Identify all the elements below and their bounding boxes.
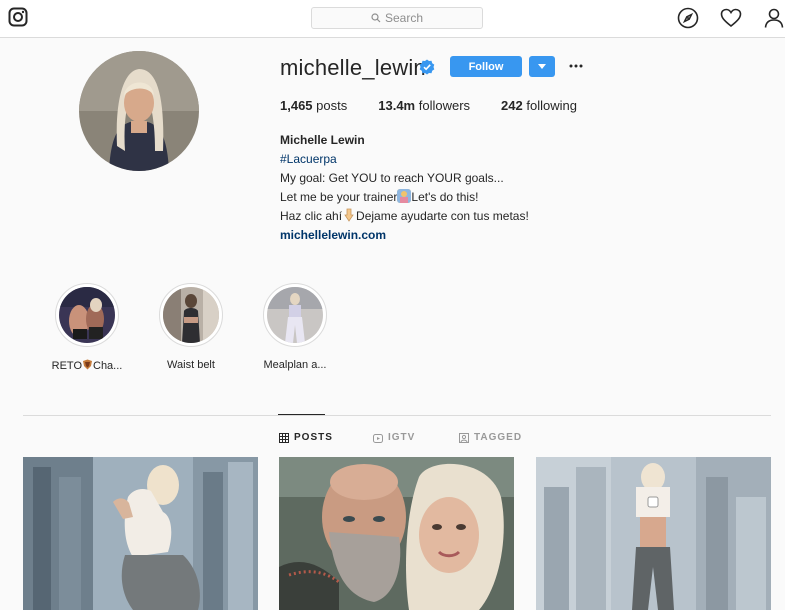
- profile-bio: Michelle Lewin #Lacuerpa My goal: Get YO…: [280, 131, 529, 245]
- highlight-label: Mealplan a...: [263, 359, 327, 371]
- tab-tagged-label: TAGGED: [474, 432, 523, 443]
- highlight-label: Waist belt: [167, 359, 215, 371]
- highlight-ring: [159, 283, 223, 347]
- website-link[interactable]: michellelewin.com: [280, 226, 529, 245]
- activity-heart-icon[interactable]: [720, 7, 742, 29]
- igtv-icon: [373, 433, 383, 443]
- search-icon: [371, 13, 381, 23]
- posts-stat: 1,465 posts: [280, 98, 347, 113]
- bio-line-2: Let me be your trainer Let's do this!: [280, 188, 529, 207]
- bio-line-2-end: Let's do this!: [411, 190, 479, 204]
- grid-icon: [279, 432, 289, 443]
- profile-avatar[interactable]: [79, 51, 199, 171]
- tab-posts[interactable]: POSTS: [279, 432, 333, 443]
- tab-igtv-label: IGTV: [388, 432, 416, 443]
- highlight-label: RETO Cha...: [47, 359, 127, 372]
- post-thumbnail[interactable]: [23, 457, 258, 610]
- bio-line-3-start: Haz clic ahí: [280, 209, 343, 223]
- highlight-label-end: Cha...: [93, 360, 123, 372]
- tab-posts-label: POSTS: [294, 432, 333, 443]
- post-thumbnail[interactable]: [279, 457, 514, 610]
- suggested-dropdown-button[interactable]: [529, 56, 555, 77]
- search-placeholder: Search: [384, 11, 424, 25]
- tab-tagged[interactable]: TAGGED: [459, 432, 522, 443]
- following-stat[interactable]: 242 following: [501, 98, 577, 113]
- highlight-cover-image: [163, 287, 219, 343]
- bio-line-2-start: Let me be your trainer: [280, 190, 398, 204]
- explore-compass-icon[interactable]: [677, 7, 699, 29]
- profile-stats: 1,465 posts 13.4m followers 242 followin…: [280, 98, 608, 113]
- highlight-cover-image: [267, 287, 323, 343]
- profile-person-icon[interactable]: [763, 7, 785, 29]
- verified-badge-icon: [419, 59, 435, 75]
- post-thumbnail[interactable]: [536, 457, 771, 610]
- chevron-down-icon: [538, 64, 546, 69]
- top-navigation-bar: Search: [0, 0, 785, 38]
- highlight-ring: [263, 283, 327, 347]
- highlight-cover-image: [59, 287, 115, 343]
- followers-label: followers: [418, 98, 471, 113]
- follow-button[interactable]: Follow: [450, 56, 522, 77]
- bio-line-3: Haz clic ahí Dejame ayudarte con tus meta…: [280, 207, 529, 226]
- story-highlight[interactable]: RETO Cha...: [47, 283, 127, 372]
- following-count: 242: [501, 98, 523, 113]
- following-label: following: [526, 98, 577, 113]
- profile-username: michelle_lewin: [280, 55, 426, 80]
- bio-hashtag-link[interactable]: #Lacuerpa: [280, 150, 529, 169]
- tagged-icon: [459, 432, 469, 443]
- highlight-ring: [55, 283, 119, 347]
- full-name: Michelle Lewin: [280, 133, 365, 147]
- tab-igtv[interactable]: IGTV: [373, 432, 415, 443]
- story-highlight[interactable]: Mealplan a...: [255, 283, 335, 371]
- posts-count: 1,465: [280, 98, 313, 113]
- story-highlight[interactable]: Waist belt: [151, 283, 231, 371]
- followers-count: 13.4m: [378, 98, 416, 113]
- trainer-emoji-icon: [397, 189, 412, 203]
- pointing-down-emoji-icon: [342, 208, 356, 222]
- search-input[interactable]: Search: [311, 7, 483, 29]
- more-options-icon[interactable]: [566, 58, 586, 74]
- followers-stat[interactable]: 13.4m followers: [378, 98, 470, 113]
- active-tab-indicator: [278, 414, 325, 415]
- bio-line-1: My goal: Get YOU to reach YOUR goals...: [280, 171, 504, 185]
- highlight-label-start: RETO: [51, 360, 82, 372]
- tabs-divider: [23, 415, 771, 416]
- instagram-logo-icon[interactable]: [8, 7, 28, 27]
- bio-line-3-end: Dejame ayudarte con tus metas!: [356, 209, 529, 223]
- posts-label: posts: [316, 98, 348, 113]
- shield-emoji-icon: [82, 359, 93, 370]
